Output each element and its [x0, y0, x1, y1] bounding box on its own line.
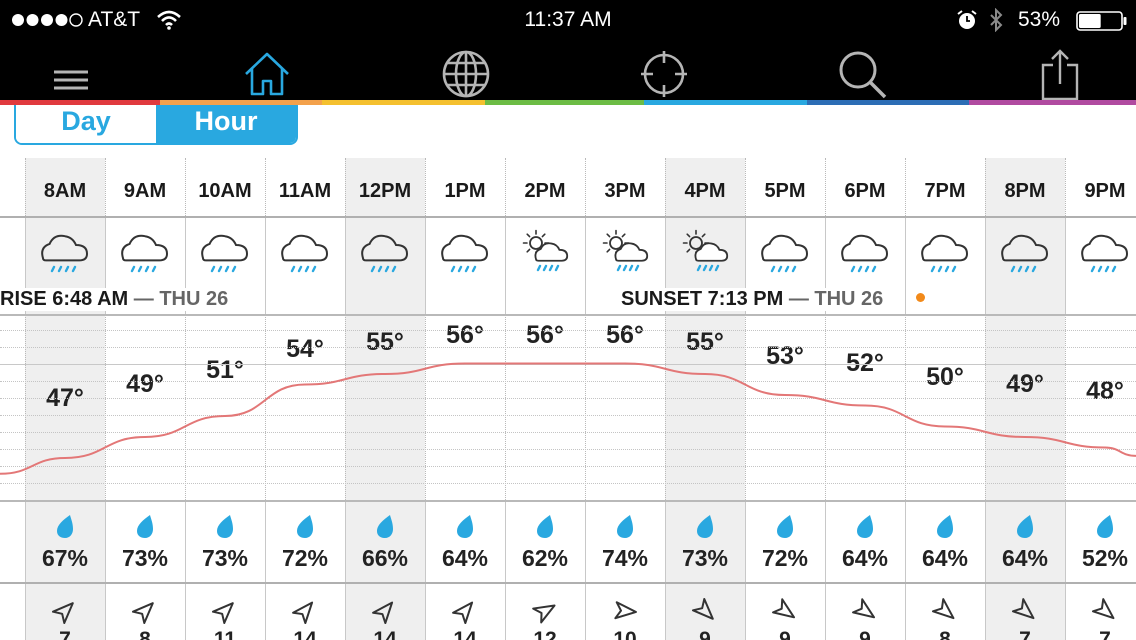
sunset-time: SUNSET 7:13 PM — [621, 288, 784, 310]
battery-icon — [1076, 11, 1127, 31]
day-hour-toggle: Day Hour — [14, 105, 298, 145]
bluetooth-icon — [990, 8, 1003, 32]
stripe-segment — [969, 100, 1136, 105]
sunrise-time: RISE 6:48 AM — [0, 288, 129, 310]
temperature-line-path — [0, 362, 1136, 475]
day-tab[interactable]: Day — [16, 105, 156, 143]
sunset-dash: — — [788, 288, 809, 310]
menu-icon[interactable] — [45, 48, 97, 100]
globe-icon[interactable] — [440, 48, 492, 100]
hourly-forecast-grid[interactable]: M ° % 8AM47°67%79AM49°73%810AM51°73%1111… — [0, 158, 1136, 640]
alarm-clock-icon — [957, 10, 977, 29]
nav-bar — [0, 40, 1136, 100]
stripe-segment — [484, 100, 645, 105]
sunset-label: SUNSET 7:13 PM — THU 26 — [621, 288, 884, 311]
crosshair-icon[interactable] — [638, 48, 690, 100]
sunset-marker-dot — [916, 293, 925, 302]
stripe-segment — [806, 100, 970, 105]
battery-percent: 53% — [1018, 8, 1061, 31]
sunrise-dash: — — [133, 288, 154, 310]
hour-tab[interactable]: Hour — [156, 105, 296, 143]
temperature-trend-line — [0, 362, 1136, 475]
sunset-day: THU 26 — [814, 288, 884, 310]
stripe-segment — [322, 100, 485, 105]
sunrise-day: THU 26 — [159, 288, 229, 310]
share-icon[interactable] — [1034, 48, 1086, 100]
sunrise-label: RISE 6:48 AM — THU 26 — [0, 288, 229, 311]
status-bar: AT&T 11:37 AM 53% — [0, 0, 1136, 40]
search-icon[interactable] — [836, 48, 888, 100]
home-icon[interactable] — [241, 48, 293, 100]
stripe-segment — [644, 100, 807, 105]
